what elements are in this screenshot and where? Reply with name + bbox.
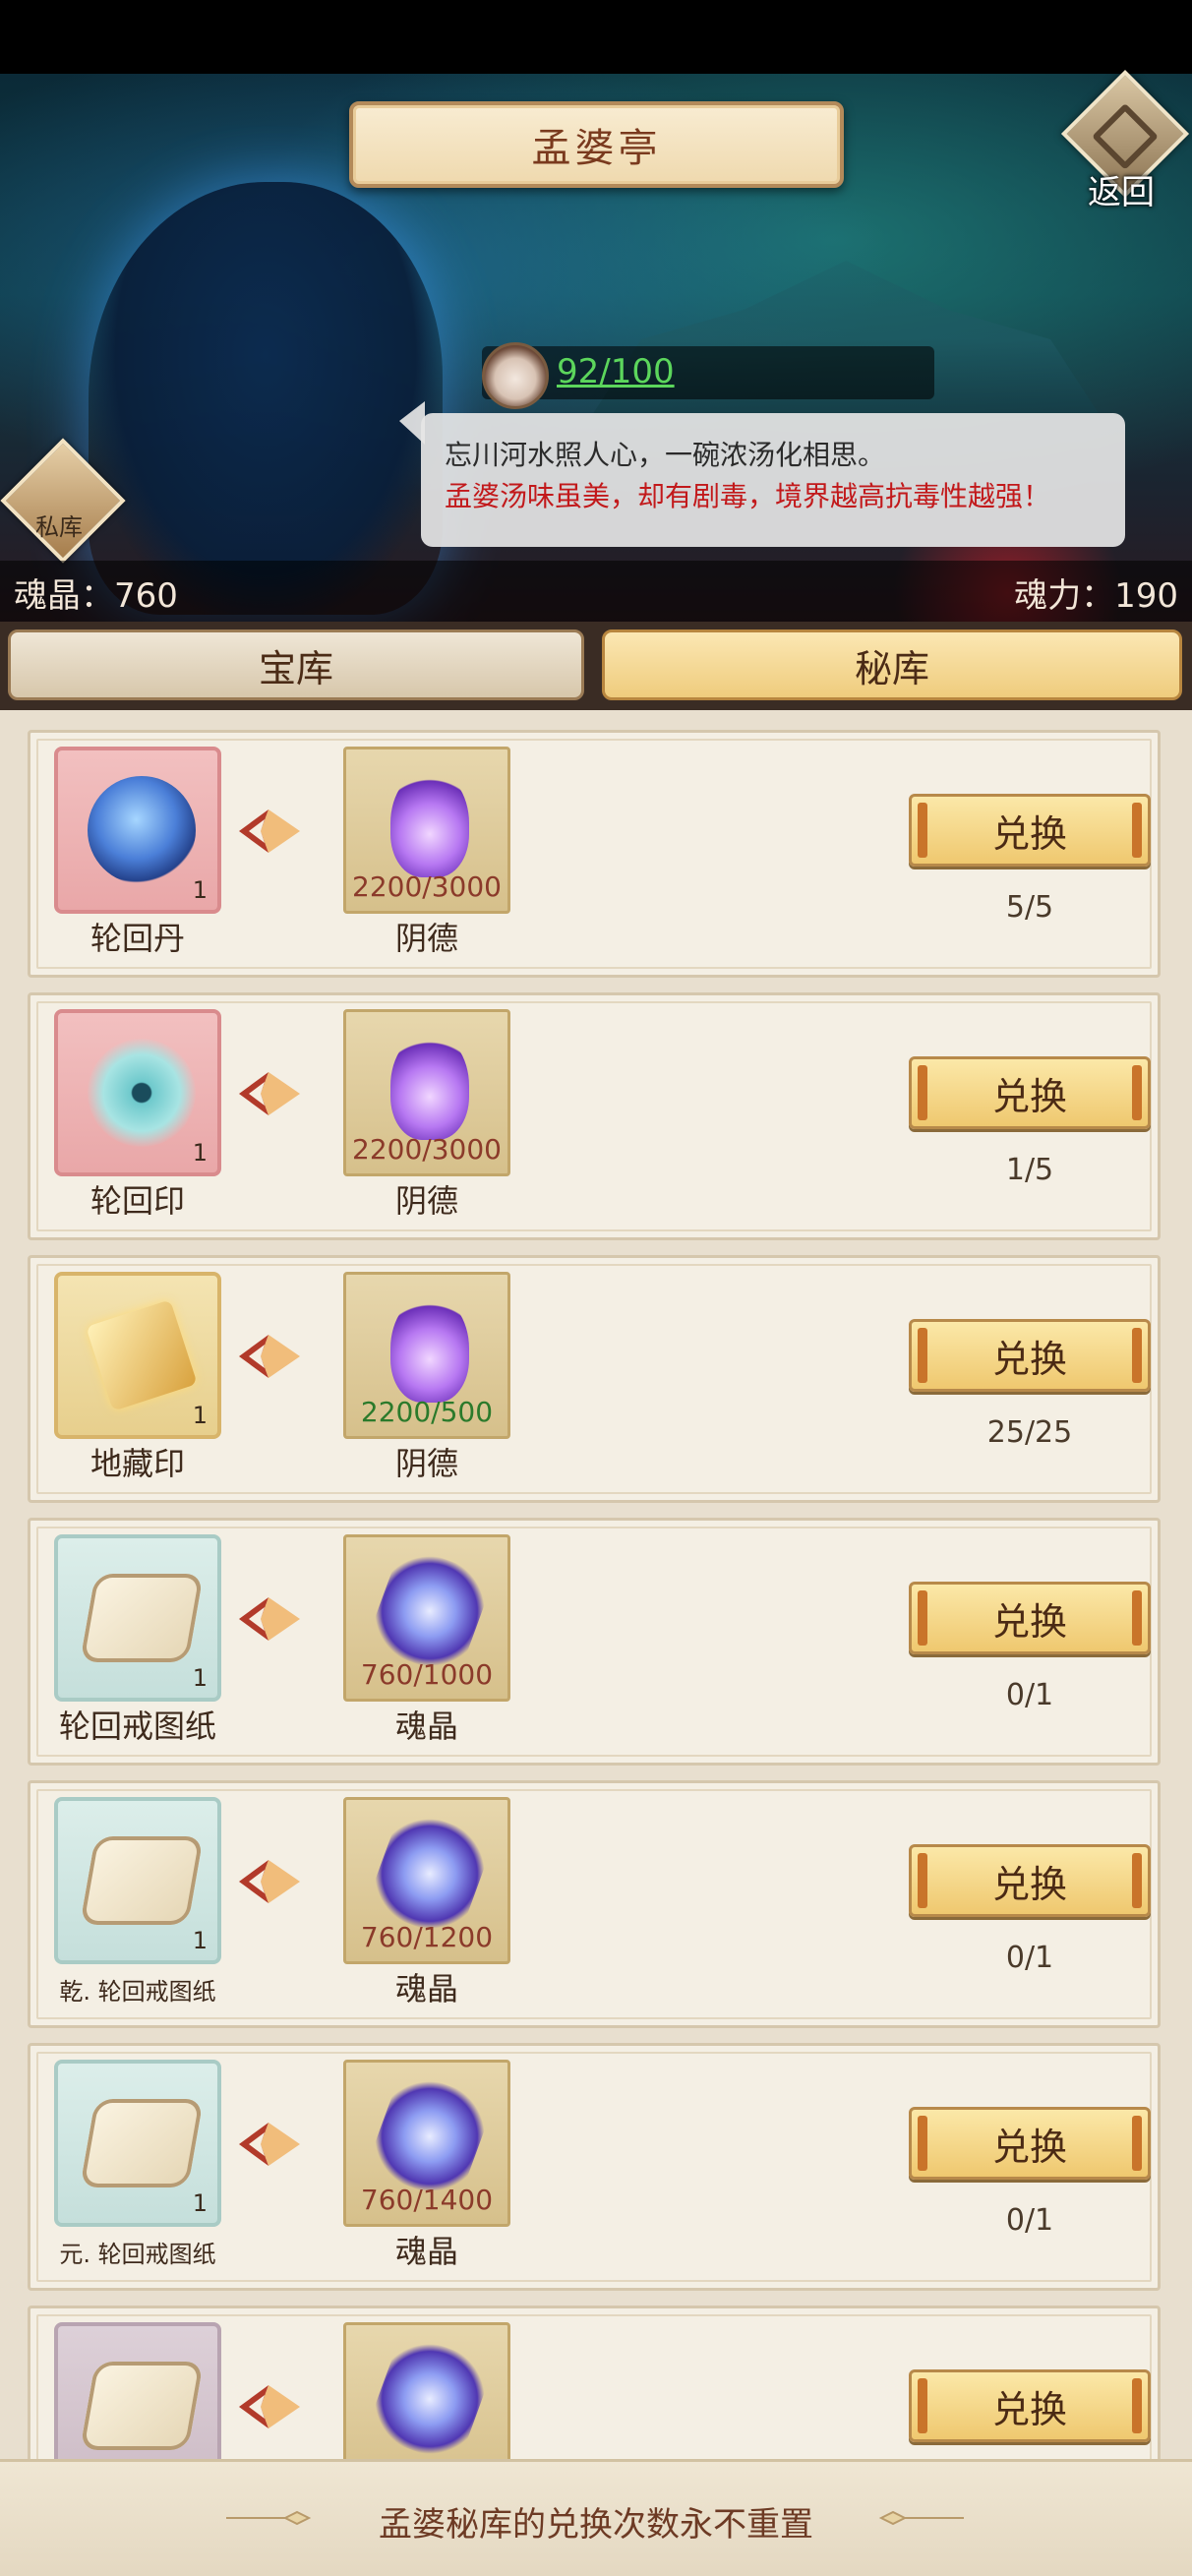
purple-flame-icon — [390, 1032, 469, 1140]
private-vault-label: 私库 — [35, 513, 83, 541]
reward-quantity: 1 — [192, 1927, 208, 1954]
exchange-button[interactable]: 兑换 — [909, 1582, 1151, 1654]
cost-count: 2200/500 — [360, 1396, 494, 1428]
dialog-line-2: 孟婆汤味虽美，却有剧毒，境界越高抗毒性越强！ — [445, 480, 1051, 512]
reward-name: 乾. 轮回戒图纸 — [59, 1978, 216, 2006]
arrow-left-icon — [235, 1854, 304, 1909]
exchange-limit: 0/1 — [1005, 1941, 1054, 1975]
crystal-icon — [365, 2331, 495, 2467]
purple-flame-icon — [390, 769, 469, 877]
private-vault-button[interactable]: 私库 — [0, 438, 126, 564]
exchange-button[interactable]: 兑换 — [909, 1056, 1151, 1129]
reward-item-box[interactable]: 1 — [54, 747, 221, 914]
reward-name: 轮回戒图纸 — [58, 1707, 216, 1745]
potion-value[interactable]: 92/100 — [557, 352, 675, 391]
cost-item-box[interactable]: 2200/3000 — [343, 747, 510, 914]
reward-name: 元. 轮回戒图纸 — [59, 2241, 216, 2268]
reward-item-box[interactable]: 1 — [54, 1009, 221, 1176]
reward-name: 轮回印 — [89, 1182, 185, 1220]
back-label: 返回 — [1088, 173, 1155, 212]
cost-count: 760/1400 — [360, 2184, 494, 2216]
title-plaque: 孟婆亭 — [349, 101, 844, 188]
status-bar — [0, 0, 1192, 74]
arrow-left-icon — [235, 1066, 304, 1121]
reward-item-box[interactable]: 1 — [54, 1797, 221, 1964]
exchange-card: 1 乾. 轮回戒图纸 760/1200 魂晶 兑换 0/1 — [28, 1780, 1161, 2028]
soup-bowl-icon — [482, 342, 549, 409]
vault-icon — [0, 438, 126, 564]
scroll-icon — [80, 2099, 204, 2187]
cost-item-box[interactable]: 2200/3000 — [343, 1009, 510, 1176]
reward-item-box[interactable]: 1 — [54, 1272, 221, 1439]
tab-secret-vault[interactable]: 秘库 — [602, 629, 1182, 700]
exchange-card: 1 元. 轮回戒图纸 760/1400 魂晶 兑换 0/1 — [28, 2043, 1161, 2291]
reward-name: 轮回丹 — [89, 920, 185, 957]
cost-name: 阴德 — [394, 1182, 458, 1220]
exchange-card: 1 地藏印 2200/500 阴德 兑换 25/25 — [28, 1255, 1161, 1503]
exchange-card: 1 轮回丹 2200/3000 阴德 兑换 5/5 — [28, 730, 1161, 978]
exchange-limit: 0/1 — [1005, 1678, 1054, 1712]
soul-crystal-stat: 魂晶：760 — [14, 576, 178, 616]
seal-icon — [88, 1039, 196, 1147]
exchange-button[interactable]: 兑换 — [909, 1319, 1151, 1392]
footer-text: 孟婆秘库的兑换次数永不重置 — [379, 2505, 813, 2545]
reward-name: 地藏印 — [89, 1445, 185, 1482]
arrow-left-icon — [235, 2117, 304, 2172]
back-button[interactable]: 返回 — [1060, 69, 1190, 212]
reward-quantity: 1 — [192, 2189, 208, 2217]
exchange-limit: 0/1 — [1005, 2203, 1054, 2238]
exchange-list[interactable]: 1 轮回丹 2200/3000 阴德 兑换 5/5 1 轮回印 2200/300… — [0, 710, 1192, 2573]
cost-item-box[interactable]: 760/1400 — [343, 2060, 510, 2227]
reward-quantity: 1 — [192, 876, 208, 904]
exchange-button[interactable]: 兑换 — [909, 2107, 1151, 2180]
exchange-card: 1 轮回印 2200/3000 阴德 兑换 1/5 — [28, 992, 1161, 1240]
dialog-line-1: 忘川河水照人心，一碗浓汤化相思。 — [445, 439, 886, 471]
arrow-left-icon — [235, 1329, 304, 1384]
exchange-button[interactable]: 兑换 — [909, 2369, 1151, 2442]
scroll-icon — [80, 1574, 204, 1662]
tab-treasury[interactable]: 宝库 — [8, 629, 584, 700]
cost-item-box[interactable]: 760/1200 — [343, 1797, 510, 1964]
arrow-left-icon — [235, 804, 304, 859]
orb-icon — [88, 776, 196, 884]
stats-bar: 魂晶：760 魂力：190 — [0, 561, 1192, 622]
exchange-button[interactable]: 兑换 — [909, 794, 1151, 867]
meng-po-silhouette — [89, 182, 443, 615]
cost-item-box[interactable]: 760/1000 — [343, 1534, 510, 1702]
reward-quantity: 1 — [192, 1402, 208, 1429]
footer-notice: 孟婆秘库的兑换次数永不重置 — [0, 2459, 1192, 2576]
cost-count: 760/1200 — [360, 1921, 494, 1953]
cost-name: 魂晶 — [394, 2233, 458, 2270]
reward-item-box[interactable]: 1 — [54, 2060, 221, 2227]
exchange-limit: 5/5 — [1005, 890, 1054, 925]
scroll-icon — [80, 2362, 204, 2450]
exchange-limit: 25/25 — [986, 1415, 1073, 1450]
purple-flame-icon — [390, 1294, 469, 1403]
cost-name: 魂晶 — [394, 1707, 458, 1745]
book-icon — [86, 1299, 198, 1411]
ornament-right-icon — [878, 2510, 964, 2526]
cost-item-box[interactable]: 2200/500 — [343, 1272, 510, 1439]
cost-name: 阴德 — [394, 1445, 458, 1482]
scroll-icon — [80, 1836, 204, 1925]
cost-count: 760/1000 — [360, 1658, 494, 1691]
cost-count: 2200/3000 — [352, 1133, 502, 1166]
cost-name: 阴德 — [394, 920, 458, 957]
exchange-card: 1 轮回戒图纸 760/1000 魂晶 兑换 0/1 — [28, 1518, 1161, 1766]
reward-quantity: 1 — [192, 1139, 208, 1167]
potion-progress: 92/100 — [482, 342, 934, 409]
reward-quantity: 1 — [192, 1664, 208, 1692]
arrow-left-icon — [235, 1591, 304, 1647]
dialog-bubble: 忘川河水照人心，一碗浓汤化相思。 孟婆汤味虽美，却有剧毒，境界越高抗毒性越强！ — [421, 413, 1125, 547]
soul-power-stat: 魂力：190 — [1014, 576, 1178, 616]
cost-count: 2200/3000 — [352, 870, 502, 903]
page-title: 孟婆亭 — [531, 126, 662, 171]
arrow-left-icon — [235, 2379, 304, 2434]
cost-name: 魂晶 — [394, 1970, 458, 2007]
exchange-limit: 1/5 — [1005, 1153, 1054, 1187]
reward-item-box[interactable]: 1 — [54, 1534, 221, 1702]
exchange-button[interactable]: 兑换 — [909, 1844, 1151, 1917]
